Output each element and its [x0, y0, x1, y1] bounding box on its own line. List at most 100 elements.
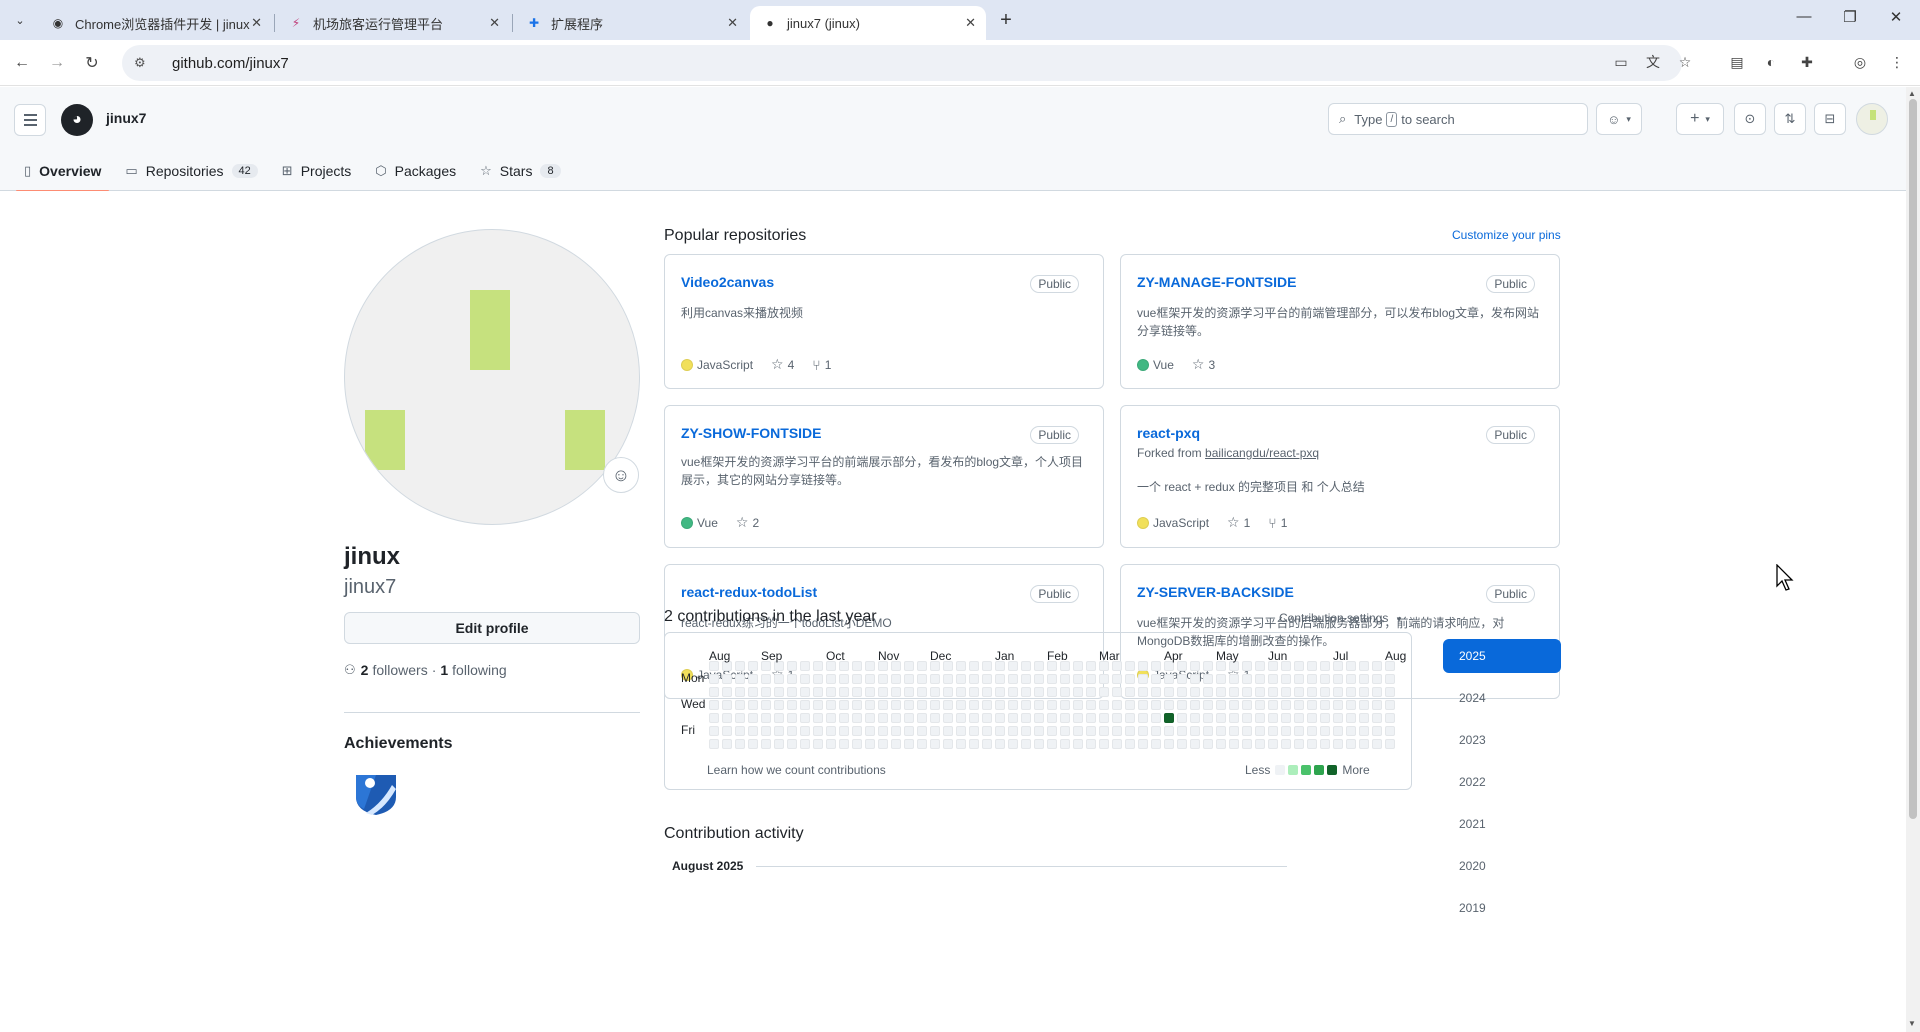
contribution-day-cell[interactable]: [748, 713, 758, 723]
contribution-day-cell[interactable]: [813, 661, 823, 671]
followers-link[interactable]: followers: [372, 662, 427, 678]
contribution-day-cell[interactable]: [1385, 713, 1395, 723]
contribution-day-cell[interactable]: [800, 674, 810, 684]
inbox-button[interactable]: ⊟: [1814, 103, 1846, 135]
repo-name-link[interactable]: Video2canvas: [681, 274, 774, 290]
contribution-day-cell[interactable]: [722, 713, 732, 723]
contribution-day-cell[interactable]: [878, 726, 888, 736]
contribution-day-cell[interactable]: [1320, 713, 1330, 723]
contribution-day-cell[interactable]: [1151, 739, 1161, 749]
contribution-day-cell[interactable]: [735, 726, 745, 736]
contribution-day-cell[interactable]: [995, 726, 1005, 736]
learn-contributions-link[interactable]: Learn how we count contributions: [707, 763, 886, 777]
contribution-day-cell[interactable]: [1333, 687, 1343, 697]
contribution-day-cell[interactable]: [1229, 674, 1239, 684]
edit-profile-button[interactable]: Edit profile: [344, 612, 640, 644]
contribution-day-cell[interactable]: [1255, 674, 1265, 684]
contribution-day-cell[interactable]: [1125, 726, 1135, 736]
contribution-day-cell[interactable]: [787, 700, 797, 710]
contribution-day-cell[interactable]: [930, 726, 940, 736]
bookmark-star-icon[interactable]: ☆: [1674, 51, 1696, 73]
contribution-day-cell[interactable]: [1359, 661, 1369, 671]
contribution-day-cell[interactable]: [774, 726, 784, 736]
contribution-day-cell[interactable]: [1190, 674, 1200, 684]
reload-icon[interactable]: ↻: [80, 51, 104, 75]
contribution-day-cell[interactable]: [917, 739, 927, 749]
contribution-day-cell[interactable]: [1294, 726, 1304, 736]
contribution-day-cell[interactable]: [943, 700, 953, 710]
contribution-day-cell[interactable]: [722, 739, 732, 749]
contribution-day-cell[interactable]: [852, 739, 862, 749]
stars-link[interactable]: ☆ 4: [771, 356, 794, 373]
contribution-day-cell[interactable]: [1138, 661, 1148, 671]
contribution-day-cell[interactable]: [1333, 713, 1343, 723]
contribution-day-cell[interactable]: [956, 713, 966, 723]
contribution-day-cell[interactable]: [787, 674, 797, 684]
contribution-day-cell[interactable]: [1281, 687, 1291, 697]
contribution-day-cell[interactable]: [1086, 739, 1096, 749]
contribution-day-cell[interactable]: [1346, 674, 1356, 684]
contribution-day-cell[interactable]: [865, 713, 875, 723]
contribution-day-cell[interactable]: [1190, 739, 1200, 749]
contribution-day-cell[interactable]: [1060, 687, 1070, 697]
contribution-day-cell[interactable]: [1034, 700, 1044, 710]
contribution-day-cell[interactable]: [1008, 739, 1018, 749]
contribution-day-cell[interactable]: [1281, 739, 1291, 749]
year-button-2021[interactable]: 2021: [1443, 807, 1561, 841]
contribution-day-cell[interactable]: [982, 700, 992, 710]
contribution-day-cell[interactable]: [982, 674, 992, 684]
contribution-day-cell[interactable]: [1125, 713, 1135, 723]
contribution-day-cell[interactable]: [852, 713, 862, 723]
contribution-day-cell[interactable]: [1307, 661, 1317, 671]
contribution-day-cell[interactable]: [1125, 674, 1135, 684]
contribution-day-cell[interactable]: [943, 713, 953, 723]
contribution-day-cell[interactable]: [982, 713, 992, 723]
contribution-day-cell[interactable]: [709, 700, 719, 710]
contribution-day-cell[interactable]: [1255, 687, 1265, 697]
contribution-day-cell[interactable]: [891, 674, 901, 684]
contribution-day-cell[interactable]: [709, 674, 719, 684]
contribution-day-cell[interactable]: [1086, 726, 1096, 736]
contribution-day-cell[interactable]: [1307, 674, 1317, 684]
contribution-day-cell[interactable]: [1229, 726, 1239, 736]
contribution-day-cell[interactable]: [1125, 687, 1135, 697]
contribution-day-cell[interactable]: [1008, 674, 1018, 684]
address-bar[interactable]: ⚙ github.com/jinux7: [122, 45, 1682, 81]
contribution-day-cell[interactable]: [748, 739, 758, 749]
contribution-day-cell[interactable]: [774, 700, 784, 710]
contribution-day-cell[interactable]: [826, 739, 836, 749]
contribution-day-cell[interactable]: [1034, 739, 1044, 749]
contribution-day-cell[interactable]: [1346, 700, 1356, 710]
search-input[interactable]: ⌕ Type / to search: [1328, 103, 1588, 135]
contribution-day-cell[interactable]: [956, 674, 966, 684]
following-link[interactable]: following: [452, 662, 506, 678]
contribution-day-cell[interactable]: [982, 687, 992, 697]
contribution-day-cell[interactable]: [826, 726, 836, 736]
contribution-day-cell[interactable]: [852, 726, 862, 736]
contribution-day-cell[interactable]: [943, 687, 953, 697]
stars-link[interactable]: ☆ 2: [736, 514, 759, 531]
forks-link[interactable]: ⑂ 1: [812, 357, 831, 373]
profile-icon[interactable]: ◎: [1849, 51, 1871, 73]
contribution-day-cell[interactable]: [1138, 700, 1148, 710]
contribution-day-cell[interactable]: [1255, 661, 1265, 671]
pull-requests-button[interactable]: ⇅: [1774, 103, 1806, 135]
browser-tab-2[interactable]: ⚡ 机场旅客运行管理平台 ✕: [276, 6, 510, 40]
contribution-day-cell[interactable]: [1021, 700, 1031, 710]
contribution-day-cell[interactable]: [722, 700, 732, 710]
contribution-day-cell[interactable]: [1372, 687, 1382, 697]
contribution-settings-button[interactable]: Contribution settings ▾: [1279, 611, 1401, 625]
contribution-day-cell[interactable]: [1268, 739, 1278, 749]
contribution-day-cell[interactable]: [1164, 713, 1174, 723]
contribution-day-cell[interactable]: [735, 661, 745, 671]
contribution-day-cell[interactable]: [1021, 713, 1031, 723]
contribution-day-cell[interactable]: [761, 687, 771, 697]
contribution-day-cell[interactable]: [722, 687, 732, 697]
contribution-day-cell[interactable]: [1294, 661, 1304, 671]
extensions-puzzle-icon[interactable]: ✚: [1796, 51, 1818, 73]
year-button-2024[interactable]: 2024: [1443, 681, 1561, 715]
contribution-day-cell[interactable]: [1320, 661, 1330, 671]
contribution-day-cell[interactable]: [1190, 726, 1200, 736]
contribution-day-cell[interactable]: [930, 674, 940, 684]
contribution-day-cell[interactable]: [1307, 713, 1317, 723]
